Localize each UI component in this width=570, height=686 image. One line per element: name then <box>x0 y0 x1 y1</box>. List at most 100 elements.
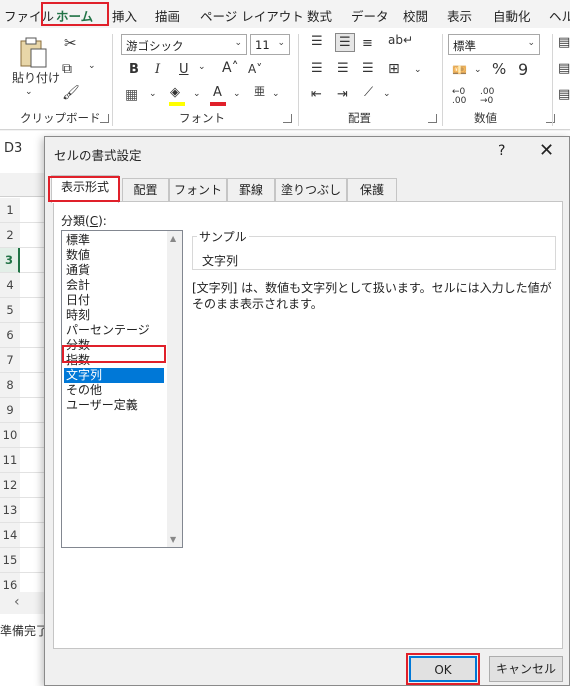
italic-icon[interactable]: I <box>155 63 160 76</box>
font-size-select[interactable]: 11 ⌄ <box>250 34 290 55</box>
font-color-chevron-icon[interactable]: ⌄ <box>233 90 241 99</box>
scroll-left-icon[interactable]: ‹ <box>14 594 20 610</box>
name-box[interactable]: D3 <box>0 138 44 160</box>
tab-protection[interactable]: 保護 <box>347 178 397 202</box>
row-header[interactable]: 14 <box>0 523 20 548</box>
underline-icon[interactable]: U <box>179 63 189 76</box>
grid-cell[interactable] <box>20 373 44 398</box>
grid-cell[interactable] <box>20 223 44 248</box>
font-name-select[interactable]: 游ゴシック ⌄ <box>121 34 247 55</box>
category-item[interactable]: 数値 <box>64 248 164 263</box>
paste-chevron-icon[interactable]: ⌄ <box>25 88 33 97</box>
tab-view[interactable]: 表示 <box>447 6 472 25</box>
grid-cell[interactable] <box>20 498 44 523</box>
orientation-icon[interactable]: ⟋ <box>364 86 373 99</box>
category-item[interactable]: ユーザー定義 <box>64 398 164 413</box>
copy-icon[interactable]: ⧉ <box>62 62 72 76</box>
row-header[interactable]: 2 <box>0 223 20 248</box>
cancel-button[interactable]: キャンセル <box>489 656 563 682</box>
category-item[interactable]: その他 <box>64 383 164 398</box>
row-header[interactable]: 10 <box>0 423 20 448</box>
tab-draw[interactable]: 描画 <box>155 6 180 25</box>
grid-cell[interactable] <box>20 548 44 573</box>
cut-icon[interactable]: ✂ <box>64 36 77 51</box>
currency-chevron-icon[interactable]: ⌄ <box>474 66 482 75</box>
category-item[interactable]: 会計 <box>64 278 164 293</box>
number-launcher-icon[interactable] <box>546 114 555 123</box>
row-header[interactable]: 4 <box>0 273 20 298</box>
copy-chevron-icon[interactable]: ⌄ <box>88 62 96 71</box>
tab-formulas[interactable]: 数式 <box>307 6 332 25</box>
table-format-icon[interactable]: ▤ <box>558 62 570 75</box>
grid-cell[interactable] <box>20 198 44 223</box>
scroll-down-icon[interactable]: ▼ <box>170 535 176 544</box>
category-listbox[interactable]: 標準 数値 通貨 会計 日付 時刻 パーセンテージ 分数 指数 文字列 その他 ユーザー定義 ▲ ▼ <box>61 230 183 548</box>
align-right-icon[interactable]: ☰ <box>362 62 374 75</box>
align-left-icon[interactable]: ☰ <box>311 62 323 75</box>
align-center-icon[interactable]: ☰ <box>337 62 349 75</box>
tab-automate[interactable]: 自動化 <box>493 6 531 25</box>
row-header[interactable]: 6 <box>0 323 20 348</box>
row-header[interactable]: 7 <box>0 348 20 373</box>
underline-chevron-icon[interactable]: ⌄ <box>198 63 206 72</box>
align-bottom-icon[interactable]: ≡ <box>362 37 373 50</box>
phonetic-icon[interactable]: 亜 <box>254 86 265 97</box>
row-header[interactable]: 13 <box>0 498 20 523</box>
category-scrollbar[interactable]: ▲ ▼ <box>167 231 182 547</box>
fill-color-icon[interactable]: ◈ <box>170 86 180 99</box>
paste-icon[interactable] <box>18 36 48 68</box>
alignment-launcher-icon[interactable] <box>428 114 437 123</box>
clipboard-launcher-icon[interactable] <box>100 114 109 123</box>
currency-icon[interactable]: 💴 <box>452 64 467 76</box>
row-header[interactable]: 15 <box>0 548 20 573</box>
orientation-chevron-icon[interactable]: ⌄ <box>383 90 391 99</box>
number-format-select[interactable]: 標準 ⌄ <box>448 34 540 55</box>
scroll-up-icon[interactable]: ▲ <box>170 234 176 243</box>
help-button[interactable]: ? <box>498 143 505 159</box>
merge-chevron-icon[interactable]: ⌄ <box>414 66 422 75</box>
grid-cell[interactable] <box>20 473 44 498</box>
grow-font-icon[interactable]: A˄ <box>222 61 239 75</box>
shrink-font-icon[interactable]: A˅ <box>248 63 262 75</box>
row-header[interactable]: 9 <box>0 398 20 423</box>
tab-help[interactable]: ヘルプ <box>549 6 570 25</box>
align-middle-icon[interactable]: ☰ <box>335 33 355 52</box>
tab-font[interactable]: フォント <box>169 178 227 202</box>
grid-cell[interactable] <box>20 298 44 323</box>
font-color-icon[interactable]: A <box>213 86 222 99</box>
tab-insert[interactable]: 挿入 <box>112 6 137 25</box>
tab-page-layout[interactable]: ページ レイアウト <box>200 6 304 25</box>
increase-decimal-icon[interactable]: ←0.00 <box>452 88 466 106</box>
tab-review[interactable]: 校閲 <box>403 6 428 25</box>
conditional-format-icon[interactable]: ▤ <box>558 36 570 49</box>
fill-color-chevron-icon[interactable]: ⌄ <box>193 90 201 99</box>
cell-styles-icon[interactable]: ▤ <box>558 88 570 101</box>
font-launcher-icon[interactable] <box>283 114 292 123</box>
grid-cell[interactable] <box>20 323 44 348</box>
phonetic-chevron-icon[interactable]: ⌄ <box>272 90 280 99</box>
grid-cell[interactable] <box>20 348 44 373</box>
paste-button-label[interactable]: 貼り付け <box>12 72 60 84</box>
percent-icon[interactable]: % <box>492 62 506 77</box>
comma-icon[interactable]: 9 <box>518 62 528 78</box>
row-header[interactable]: 8 <box>0 373 20 398</box>
format-painter-icon[interactable]: 🖌 <box>62 86 80 100</box>
row-header[interactable]: 11 <box>0 448 20 473</box>
category-item[interactable]: 日付 <box>64 293 164 308</box>
indent-increase-icon[interactable]: ⇥ <box>337 88 348 101</box>
tab-data[interactable]: データ <box>351 6 389 25</box>
merge-icon[interactable]: ⊞ <box>388 62 400 76</box>
tab-alignment[interactable]: 配置 <box>122 178 169 202</box>
row-header[interactable]: 5 <box>0 298 20 323</box>
grid-cell[interactable] <box>20 423 44 448</box>
tab-fill[interactable]: 塗りつぶし <box>275 178 347 202</box>
category-item[interactable]: 標準 <box>64 233 164 248</box>
align-top-icon[interactable]: ☰ <box>311 35 323 48</box>
grid-cell[interactable] <box>20 448 44 473</box>
border-icon[interactable]: ▦ <box>125 88 138 102</box>
wrap-text-icon[interactable]: ab↵ <box>388 34 413 46</box>
row-header[interactable]: 12 <box>0 473 20 498</box>
border-chevron-icon[interactable]: ⌄ <box>149 90 157 99</box>
grid-cell[interactable] <box>20 398 44 423</box>
grid-cell[interactable] <box>20 523 44 548</box>
